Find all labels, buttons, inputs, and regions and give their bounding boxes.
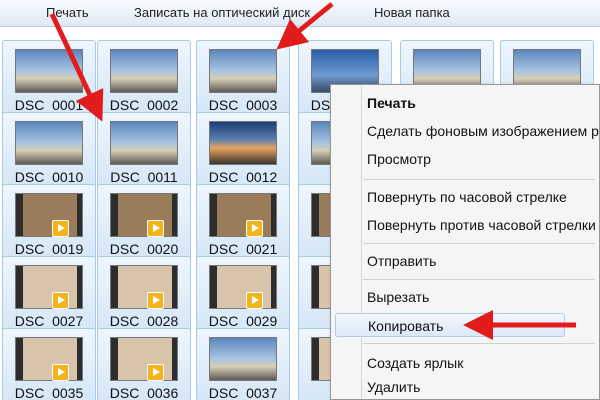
red-arrow-icon xyxy=(276,2,334,50)
annotation-arrows xyxy=(49,2,576,340)
red-arrow-icon xyxy=(49,12,104,122)
